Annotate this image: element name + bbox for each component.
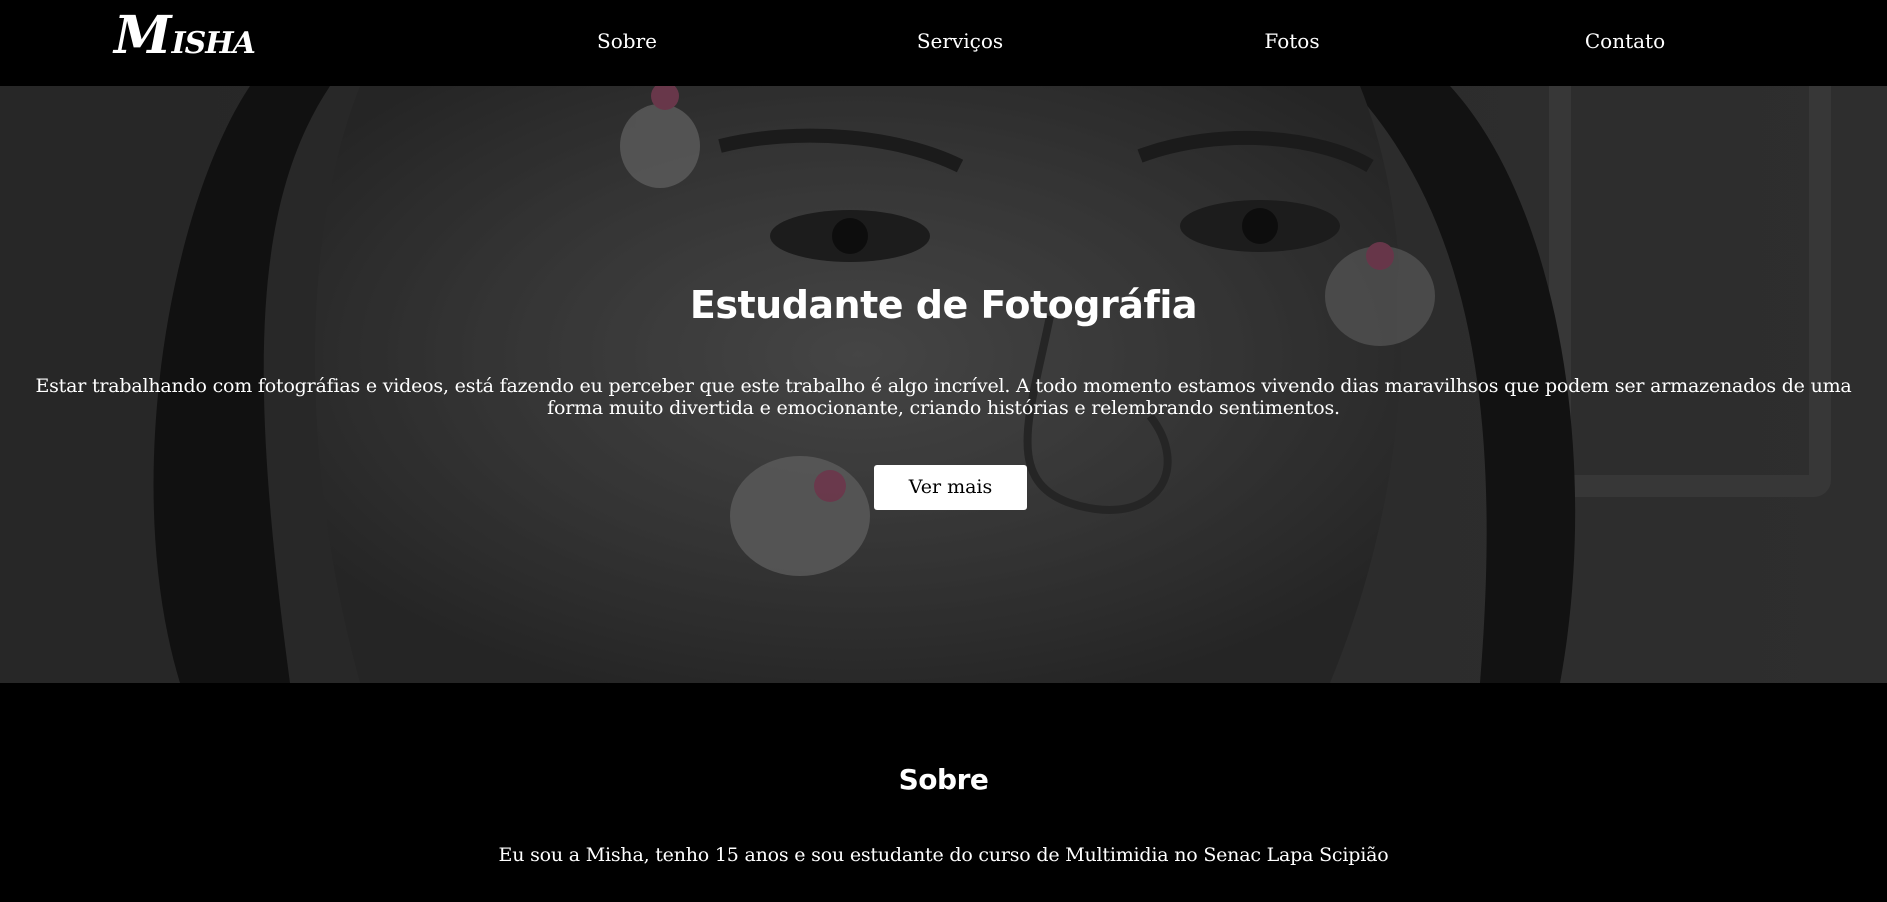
nav-link-sobre[interactable]: Sobre — [597, 26, 657, 56]
logo-rest: ISHA — [171, 26, 256, 61]
nav-link-servicos[interactable]: Serviços — [917, 26, 1003, 56]
hero-description: Estar trabalhando com fotográfias e vide… — [35, 375, 1852, 419]
ver-mais-button[interactable]: Ver mais — [874, 465, 1027, 510]
logo-initial: M — [114, 5, 172, 66]
hero-title: Estudante de Fotográfia — [689, 283, 1198, 327]
nav-link-fotos[interactable]: Fotos — [1264, 26, 1319, 56]
about-description: Eu sou a Misha, tenho 15 anos e sou estu… — [498, 844, 1389, 866]
site-logo[interactable]: M ISHA — [114, 5, 256, 66]
navbar: M ISHA Sobre Serviços Fotos Contato — [0, 0, 1887, 86]
about-section: Sobre Eu sou a Misha, tenho 15 anos e so… — [0, 683, 1887, 902]
hero-section: Estudante de Fotográfia Estar trabalhand… — [0, 86, 1887, 683]
nav-link-contato[interactable]: Contato — [1585, 26, 1665, 56]
about-title: Sobre — [898, 763, 989, 796]
